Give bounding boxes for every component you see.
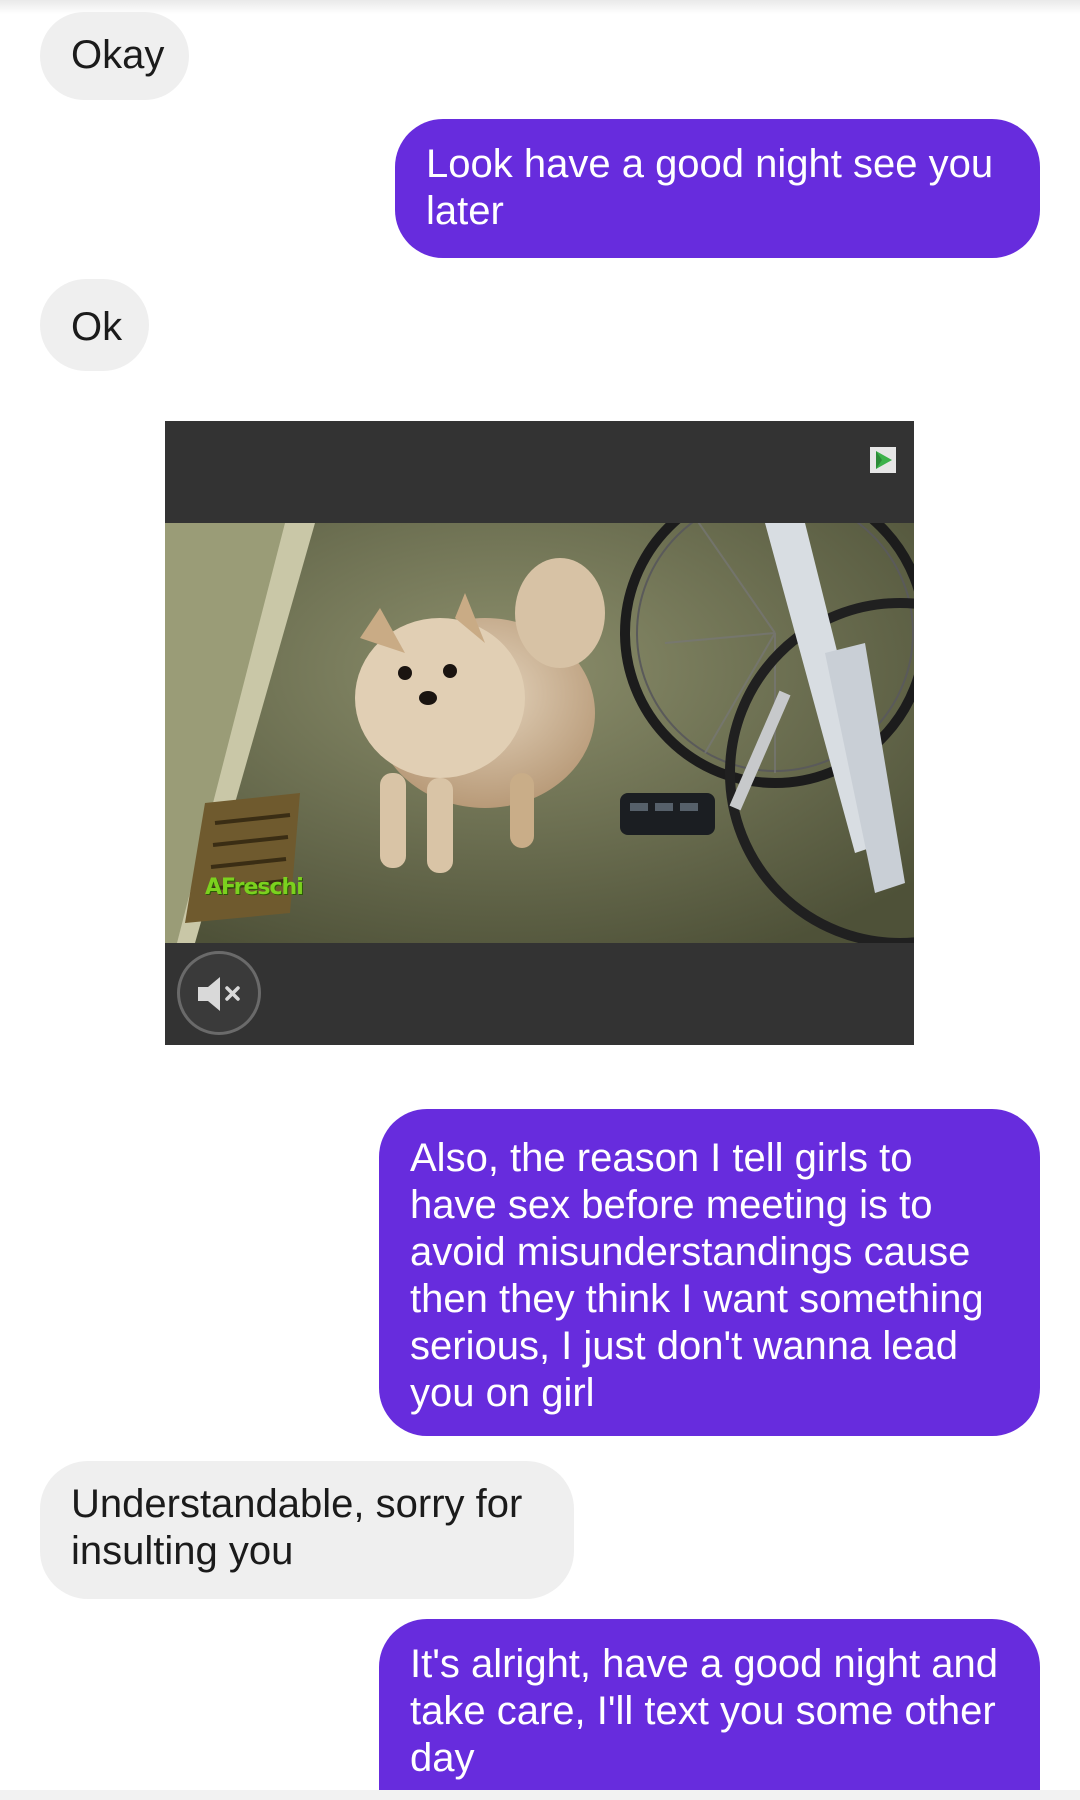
video-ad[interactable]: AFreschi	[165, 421, 914, 1045]
message-text: It's alright, have a good night and take…	[410, 1642, 999, 1780]
play-ad-icon[interactable]	[870, 447, 896, 473]
message-text: Ok	[71, 305, 123, 349]
ad-logo: AFreschi	[205, 875, 304, 900]
bottom-edge	[0, 1790, 1080, 1800]
incoming-message[interactable]: Understandable, sorry for insulting you	[40, 1461, 574, 1599]
outgoing-message[interactable]: Look have a good night see you later	[395, 119, 1040, 258]
incoming-message[interactable]: Okay	[40, 12, 189, 100]
speaker-muted-icon	[198, 977, 240, 1011]
message-text: Look have a good night see you later	[426, 142, 994, 233]
outgoing-message[interactable]: It's alright, have a good night and take…	[379, 1619, 1040, 1800]
ad-video-frame[interactable]: AFreschi	[165, 523, 914, 943]
ad-logo-text: AFreschi	[205, 875, 304, 900]
mute-button[interactable]	[177, 951, 261, 1035]
message-text: Also, the reason I tell girls to have se…	[410, 1136, 984, 1415]
outgoing-message[interactable]: Also, the reason I tell girls to have se…	[379, 1109, 1040, 1436]
message-text: Understandable, sorry for insulting you	[71, 1482, 523, 1573]
top-edge	[0, 0, 1080, 14]
message-text: Okay	[71, 33, 165, 77]
incoming-message[interactable]: Ok	[40, 279, 149, 371]
